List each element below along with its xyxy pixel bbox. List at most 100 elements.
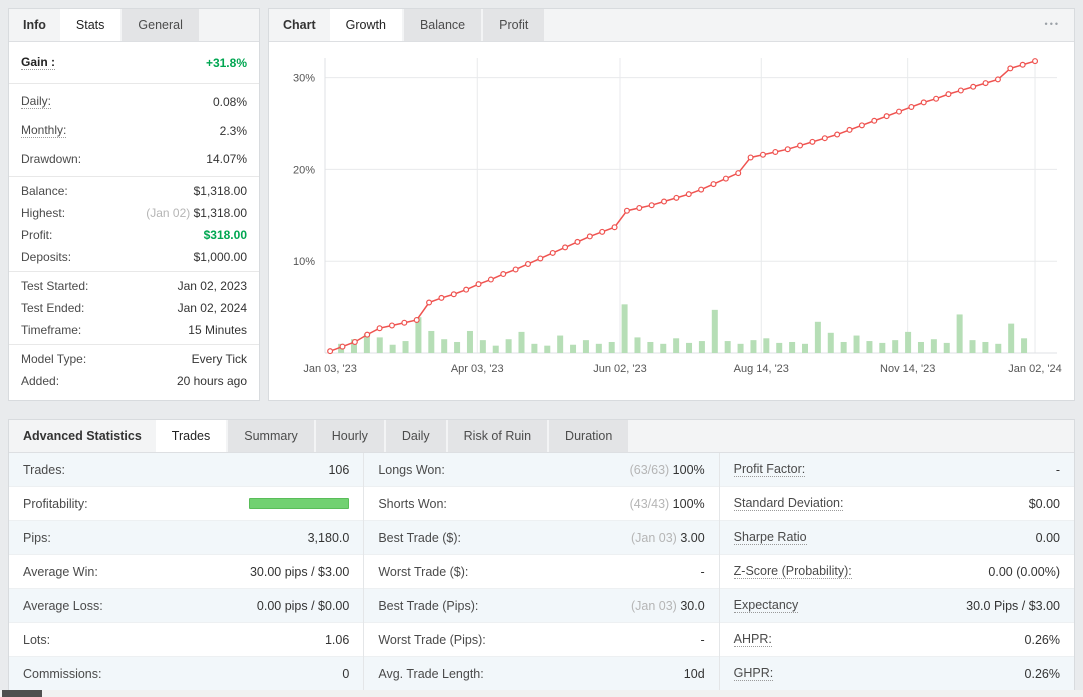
- data-point-marker: [908, 103, 915, 110]
- stat-value: 0.26%: [1024, 632, 1060, 647]
- chart-panel: Chart Growth Balance Profit ••• 10% 20% 30% J…: [268, 8, 1075, 401]
- tab-balance[interactable]: Balance: [403, 9, 482, 41]
- data-point-marker: [401, 319, 408, 326]
- stat-label[interactable]: GHPR:: [733, 666, 774, 681]
- stat-label: Longs Won:: [378, 462, 445, 477]
- stat-label: Trades:: [23, 462, 65, 477]
- stat-label: Shorts Won:: [378, 496, 447, 511]
- info-section-1: Daily: 0.08% Monthly: 2.3% Drawdown: 14.07%: [9, 84, 259, 177]
- stat-label[interactable]: Standard Deviation:: [733, 496, 844, 511]
- stat-value: 10d: [683, 666, 705, 681]
- data-point-marker: [327, 348, 334, 355]
- stat-value: $1,000.00: [193, 250, 247, 264]
- gain-bar: [389, 344, 396, 353]
- info-row: Model Type: Every Tick: [9, 348, 259, 370]
- stat-value: (63/63) 100%: [629, 462, 705, 477]
- data-point-marker: [500, 271, 507, 278]
- stats-row: Profitability:: [9, 487, 364, 521]
- stat-value: 15 Minutes: [188, 323, 247, 337]
- stat-label: Worst Trade ($):: [378, 564, 469, 579]
- stat-label[interactable]: Z-Score (Probability):: [733, 564, 852, 579]
- stat-value: 30.00 pips / $3.00: [249, 564, 350, 579]
- tab-trades[interactable]: Trades: [155, 420, 227, 452]
- stat-label[interactable]: Profit Factor:: [733, 462, 806, 477]
- y-axis-tick-label: 10%: [293, 256, 315, 268]
- stat-label[interactable]: Sharpe Ratio: [733, 530, 807, 545]
- gain-bar: [402, 341, 409, 353]
- stat-value-date: (63/63): [629, 462, 673, 477]
- gain-bar: [905, 331, 912, 353]
- gain-bar: [711, 309, 718, 353]
- info-row: Highest: (Jan 02) $1,318.00: [9, 202, 259, 224]
- stat-label[interactable]: AHPR:: [733, 632, 772, 647]
- stat-label: Best Trade ($):: [378, 530, 462, 545]
- tab-general[interactable]: General: [122, 9, 199, 41]
- stats-column-3: Profit Factor: - Standard Deviation: $0.00 S…: [719, 453, 1074, 691]
- data-point-marker: [1032, 58, 1039, 65]
- info-row: Deposits: $1,000.00: [9, 246, 259, 268]
- gain-bar: [441, 339, 448, 353]
- data-point-marker: [1007, 65, 1014, 72]
- info-section-4: Model Type: Every Tick Added: 20 hours ago: [9, 345, 259, 395]
- growth-line: [329, 60, 1036, 352]
- tab-daily[interactable]: Daily: [385, 420, 446, 452]
- stat-label: Worst Trade (Pips):: [378, 632, 486, 647]
- gain-bar: [879, 342, 886, 353]
- stats-row: Shorts Won: (43/43) 100%: [364, 487, 719, 521]
- stat-value: +31.8%: [205, 55, 247, 70]
- horizontal-scrollbar-thumb[interactable]: [2, 690, 42, 697]
- data-point-marker: [599, 228, 606, 235]
- stat-value: -: [1055, 462, 1060, 477]
- stat-value-date: (Jan 03): [630, 598, 681, 613]
- gain-bar: [479, 340, 486, 353]
- stat-value-date: (43/43): [629, 496, 673, 511]
- info-section-3: Test Started: Jan 02, 2023 Test Ended: Jan …: [9, 272, 259, 345]
- data-point-marker: [611, 224, 618, 231]
- gain-bar: [776, 342, 783, 353]
- profitability-bar: [249, 498, 350, 509]
- stat-value: 0.00 (0.00%): [988, 564, 1060, 579]
- gain-bar: [582, 340, 589, 353]
- tab-profit[interactable]: Profit: [483, 9, 545, 41]
- data-point-marker: [376, 325, 383, 332]
- data-point-marker: [636, 204, 643, 211]
- gain-bar: [1008, 323, 1015, 353]
- gain-bar: [724, 341, 731, 353]
- tab-summary[interactable]: Summary: [228, 420, 314, 452]
- stats-row: GHPR: 0.26%: [719, 657, 1074, 691]
- tab-risk-of-ruin[interactable]: Risk of Ruin: [447, 420, 548, 452]
- tab-growth[interactable]: Growth: [329, 9, 402, 41]
- stat-value-date: (Jan 03): [630, 530, 681, 545]
- stat-label: Added:: [21, 374, 60, 388]
- ellipsis-menu-icon[interactable]: •••: [1045, 19, 1060, 29]
- stat-label[interactable]: Gain :: [21, 55, 56, 70]
- stat-value: 0.00 pips / $0.00: [256, 598, 350, 613]
- stat-label: Highest:: [21, 206, 66, 220]
- horizontal-scrollbar[interactable]: [0, 690, 1083, 697]
- stat-value: 106: [328, 462, 350, 477]
- data-point-marker: [821, 135, 828, 142]
- stat-label: Drawdown:: [21, 152, 82, 166]
- stat-label[interactable]: Daily:: [21, 94, 52, 109]
- data-point-marker: [710, 181, 717, 188]
- stat-value: -: [700, 564, 705, 579]
- gain-bar: [930, 339, 937, 353]
- stat-label: Test Ended:: [21, 301, 85, 315]
- stats-row: Commissions: 0: [9, 657, 364, 691]
- info-row: Profit: $318.00: [9, 224, 259, 246]
- x-axis-tick-label: Jun 02, '23: [593, 363, 646, 375]
- growth-chart[interactable]: 10% 20% 30% Jan 03, '23 Apr 03, '23 Jun 02, '…: [273, 46, 1068, 384]
- stat-label: Deposits:: [21, 250, 72, 264]
- tab-stats[interactable]: Stats: [59, 9, 121, 41]
- stat-value: 0.00: [1035, 530, 1060, 545]
- gain-bar: [647, 341, 654, 353]
- data-point-marker: [438, 294, 445, 301]
- stats-row: Worst Trade ($): -: [364, 555, 719, 589]
- data-point-marker: [537, 255, 544, 262]
- tab-duration[interactable]: Duration: [549, 420, 629, 452]
- data-point-marker: [994, 76, 1001, 83]
- data-point-marker: [562, 244, 569, 251]
- stat-label[interactable]: Expectancy: [733, 598, 799, 613]
- tab-hourly[interactable]: Hourly: [315, 420, 384, 452]
- stat-label[interactable]: Monthly:: [21, 123, 67, 138]
